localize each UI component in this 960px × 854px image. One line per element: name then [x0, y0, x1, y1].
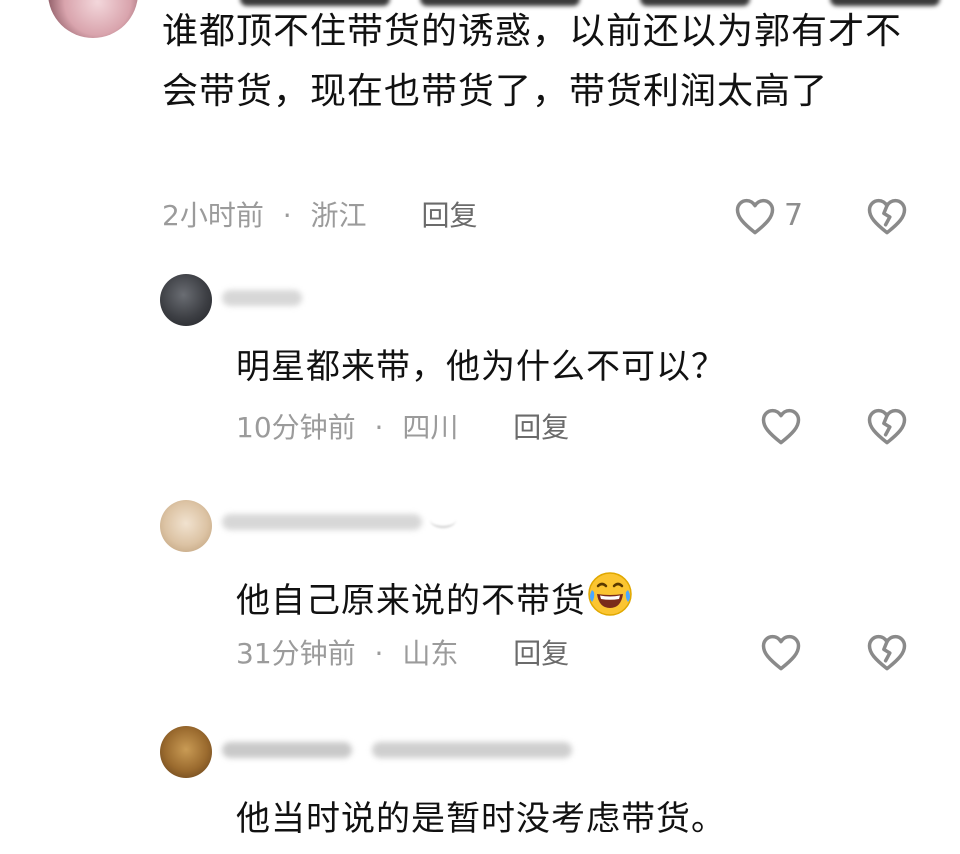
heart-outline-icon[interactable] [760, 632, 802, 672]
avatar[interactable] [160, 726, 212, 778]
comment-meta: 2小时前 · 浙江 回复 [162, 196, 477, 236]
broken-heart-icon[interactable] [866, 406, 908, 446]
avatar[interactable] [160, 274, 212, 326]
comment-text: 谁都顶不住带货的诱惑，以前还以为郭有才不会带货，现在也带货了，带货利润太高了 [162, 11, 903, 112]
separator: · [374, 637, 384, 670]
avatar[interactable] [160, 500, 212, 552]
reply-text: 他自己原来说的不带货 [236, 581, 586, 621]
username-blurred [430, 512, 456, 528]
heart-outline-icon[interactable] [734, 196, 776, 236]
reply-button[interactable]: 回复 [513, 411, 569, 444]
avatar[interactable] [48, 0, 138, 38]
reply-text-row: 他自己原来说的不带货 [236, 570, 634, 630]
reply-location: 四川 [402, 411, 459, 444]
reply-button[interactable]: 回复 [421, 199, 477, 232]
reply-time: 10分钟前 [236, 411, 356, 444]
broken-heart-icon[interactable] [866, 632, 908, 672]
separator: · [374, 411, 384, 444]
reply-location: 山东 [402, 637, 459, 670]
reply-text: 他当时说的是暂时没考虑带货。 [236, 799, 726, 839]
username-blurred [222, 514, 422, 530]
like-count: 7 [784, 198, 804, 233]
username-blurred [222, 290, 302, 306]
username-blurred [372, 742, 572, 758]
broken-heart-icon[interactable] [866, 196, 908, 236]
separator: · [282, 199, 292, 232]
username-blurred [222, 742, 352, 758]
comment-time: 2小时前 [162, 199, 264, 232]
reply-button[interactable]: 回复 [513, 637, 569, 670]
reply-text: 明星都来带，他为什么不可以？ [236, 347, 726, 387]
reply-time: 31分钟前 [236, 637, 356, 670]
reply-meta: 10分钟前 · 四川 回复 [236, 408, 569, 448]
heart-outline-icon[interactable] [760, 406, 802, 446]
rolling-laughing-emoji [586, 570, 634, 630]
reply-meta: 31分钟前 · 山东 回复 [236, 634, 569, 674]
comment-location: 浙江 [310, 199, 367, 232]
